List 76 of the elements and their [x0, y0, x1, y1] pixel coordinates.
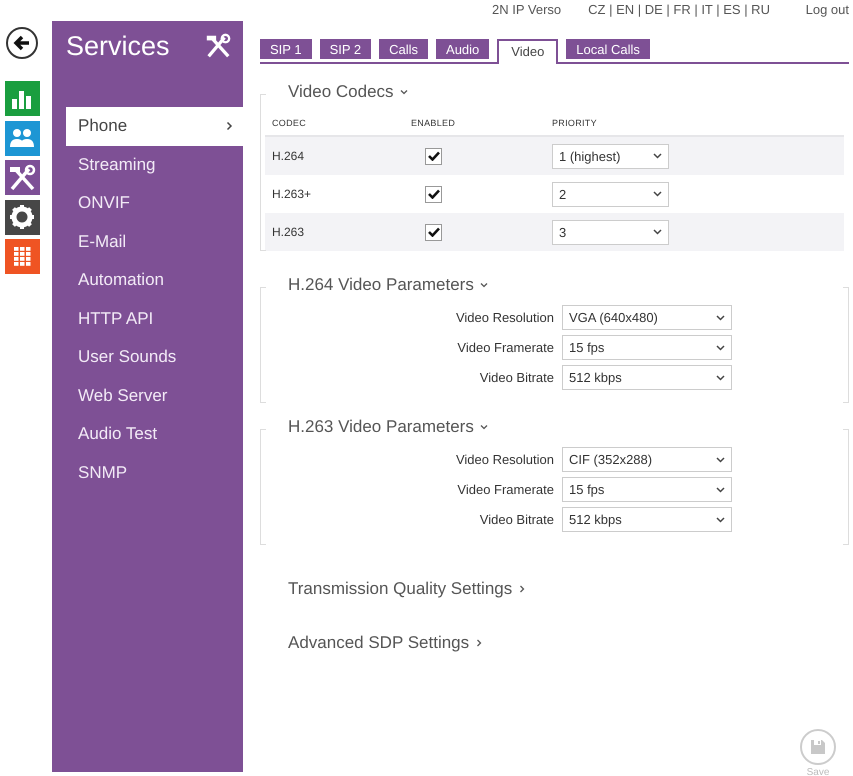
caret-icon — [716, 374, 725, 380]
sidebar-item[interactable]: E-Mail — [66, 222, 243, 261]
chevron-icon — [518, 585, 526, 593]
section-header[interactable]: Transmission Quality Settings — [288, 579, 526, 599]
section-header[interactable]: Video Codecs — [288, 82, 408, 102]
tab[interactable]: Local Calls — [566, 39, 650, 59]
field-label: Video Bitrate — [478, 512, 554, 527]
tab[interactable]: Audio — [436, 39, 490, 59]
parameter-dropdown[interactable]: CIF (352x288) — [562, 447, 732, 472]
tab[interactable]: Calls — [379, 39, 428, 59]
gear-menu-tile[interactable] — [4, 200, 40, 234]
field-label: Video Bitrate — [478, 370, 554, 385]
sidebar-item[interactable]: HTTP API — [66, 300, 243, 338]
checkmark-icon — [428, 189, 440, 199]
parameter-dropdown[interactable]: VGA (640x480) — [562, 305, 732, 330]
caret-icon — [653, 153, 662, 159]
codec-name: H.264 — [272, 149, 304, 163]
field-label: Video Resolution — [454, 310, 554, 325]
tab[interactable]: SIP 2 — [320, 39, 372, 59]
parameter-dropdown[interactable]: 15 fps — [562, 335, 732, 360]
section-header[interactable]: H.264 Video Parameters — [288, 275, 488, 295]
logout-link[interactable]: Log out — [806, 2, 849, 17]
column-header: ENABLED — [411, 118, 456, 128]
sidebar-item[interactable]: Phone — [66, 107, 243, 146]
codec-name: H.263+ — [272, 187, 312, 201]
chart-menu-tile[interactable] — [4, 81, 40, 116]
caret-icon — [716, 486, 725, 492]
caret-icon — [653, 191, 662, 197]
parameter-dropdown[interactable]: 512 kbps — [562, 365, 732, 390]
priority-dropdown[interactable]: 3 — [552, 220, 669, 244]
users-menu-tile[interactable] — [4, 120, 40, 156]
tab[interactable]: Video — [497, 39, 558, 64]
field-label: Video Framerate — [456, 482, 554, 497]
sidebar-item[interactable]: ONVIF — [66, 184, 243, 222]
left-arrow-icon — [13, 35, 31, 51]
tab[interactable]: SIP 1 — [260, 39, 312, 59]
enabled-checkbox[interactable] — [425, 148, 442, 164]
device-name: 2N IP Verso — [492, 2, 562, 17]
sidebar-item[interactable]: Web Server — [66, 376, 243, 415]
caret-icon — [716, 314, 725, 320]
caret-icon — [716, 516, 725, 522]
priority-dropdown[interactable]: 1 (highest) — [552, 144, 669, 168]
sidebar-title: Services — [66, 30, 170, 62]
enabled-checkbox[interactable] — [425, 224, 442, 240]
caret-icon — [716, 344, 725, 350]
caret-icon — [653, 229, 662, 235]
chevron-icon — [480, 423, 488, 431]
sidebar-item[interactable]: User Sounds — [66, 338, 243, 376]
sidebar-item[interactable]: Automation — [66, 261, 243, 300]
chevron-icon — [475, 639, 484, 647]
section-header[interactable]: Advanced SDP Settings — [288, 633, 484, 653]
parameter-dropdown[interactable]: 15 fps — [562, 477, 732, 502]
parameter-dropdown[interactable]: 512 kbps — [562, 507, 732, 532]
chevron-icon — [400, 88, 408, 96]
sidebar-item[interactable]: Audio Test — [66, 415, 243, 454]
section-header[interactable]: H.263 Video Parameters — [288, 417, 488, 437]
checkmark-icon — [428, 227, 440, 237]
priority-dropdown[interactable]: 2 — [552, 182, 669, 206]
language-links[interactable]: CZ | EN | DE | FR | IT | ES | RU — [588, 2, 770, 17]
sidebar-item[interactable]: Streaming — [66, 146, 243, 184]
caret-icon — [716, 456, 725, 462]
chevron-icon — [480, 281, 488, 289]
field-label: Video Resolution — [454, 452, 554, 467]
tools-menu-tile[interactable] — [4, 160, 40, 195]
checkmark-icon — [428, 151, 440, 161]
chevron-icon — [226, 121, 233, 132]
column-header: CODEC — [272, 118, 306, 128]
grid-menu-tile[interactable] — [4, 239, 40, 274]
hammer-wrench-icon — [7, 162, 37, 192]
column-header: PRIORITY — [552, 118, 597, 128]
sidebar-item[interactable]: SNMP — [66, 454, 243, 492]
back-button[interactable] — [6, 27, 38, 59]
field-label: Video Framerate — [456, 340, 554, 355]
enabled-checkbox[interactable] — [425, 186, 442, 202]
codec-name: H.263 — [272, 225, 304, 239]
settings-icon — [7, 202, 37, 232]
